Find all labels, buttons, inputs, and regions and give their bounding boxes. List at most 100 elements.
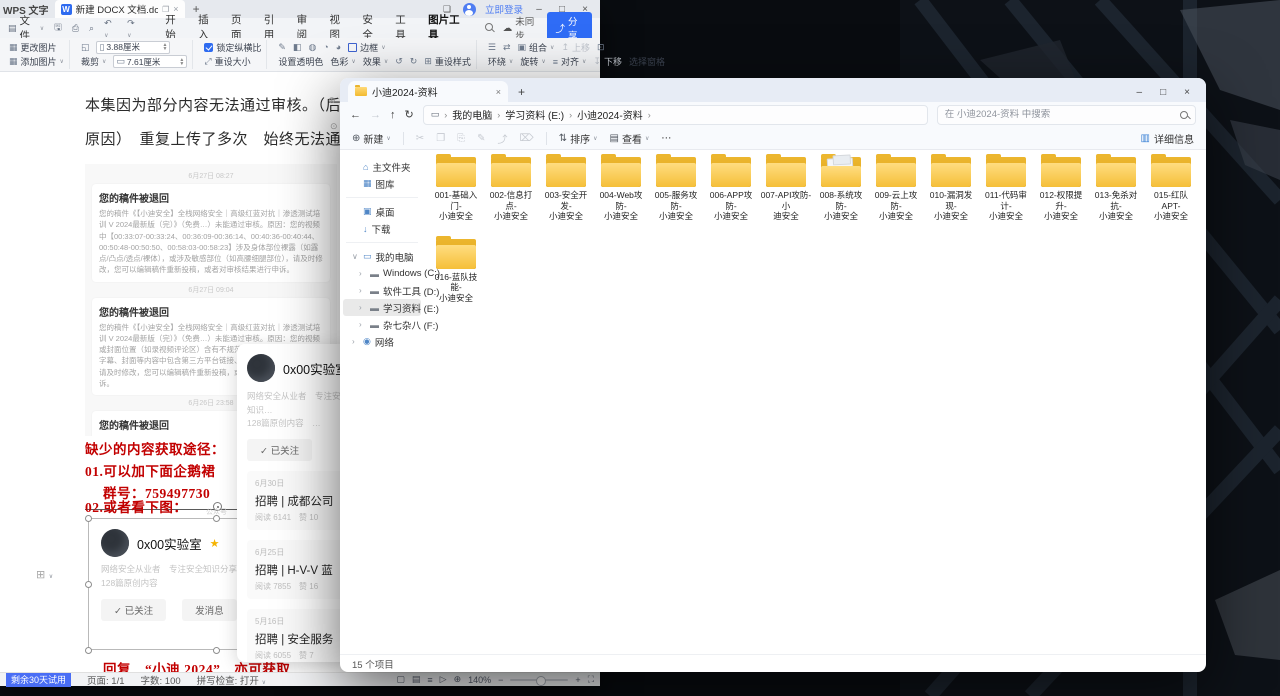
explorer-close-button[interactable]: ×: [1184, 87, 1190, 98]
folder-item[interactable]: 002-信息打点- 小迪安全: [485, 154, 537, 222]
rotate-button[interactable]: 旋转 ∨: [520, 55, 545, 68]
folder-item[interactable]: 013-免杀对抗- 小迪安全: [1090, 154, 1142, 222]
forward-icon[interactable]: →: [370, 109, 381, 121]
breadcrumb-item[interactable]: 学习资料 (E:): [505, 107, 564, 122]
expander-icon[interactable]: ›: [352, 337, 359, 346]
sidebar-pinned-item[interactable]: ↓ 下载: [343, 220, 421, 237]
rename-icon[interactable]: ✎: [477, 133, 485, 144]
folder-item[interactable]: 015-红队APT- 小迪安全: [1145, 154, 1197, 222]
crop-button[interactable]: 裁剪 ∨: [81, 55, 106, 68]
group-button[interactable]: ▣ 组合 ∨: [518, 41, 555, 54]
expander-icon[interactable]: ›: [359, 269, 366, 278]
explorer-maximize-button[interactable]: □: [1160, 87, 1166, 98]
sidebar-item[interactable]: ⌂ 主文件夹: [343, 158, 421, 175]
sidebar-tree-item[interactable]: ∨ ▭ 我的电脑: [343, 248, 421, 265]
view-mode-icon-2[interactable]: ▤: [412, 674, 421, 685]
more-button[interactable]: ⋯: [661, 133, 671, 144]
share-icon[interactable]: ⤴: [498, 131, 508, 146]
breadcrumb[interactable]: ▭ › 我的电脑 › 学习资料 (E:) › 小迪2024-资料 ›: [422, 104, 928, 125]
color-button[interactable]: 色彩 ∨: [330, 55, 355, 68]
reset-size-button[interactable]: ⤢ 重设大小: [204, 55, 250, 68]
view-mode-icon-4[interactable]: ▷: [440, 674, 447, 685]
picture-width-stepper[interactable]: ▭ 7.61厘米 ▲ ▼: [113, 55, 188, 69]
zoom-minus-button[interactable]: −: [498, 675, 503, 685]
sidebar-tree-item[interactable]: › ▬ 学习资料 (E:): [343, 299, 439, 316]
undo-icon[interactable]: ↶ ∨: [104, 18, 117, 39]
explorer-new-tab-button[interactable]: +: [518, 85, 525, 102]
folder-item[interactable]: 007-API攻防-小 迪安全: [760, 154, 812, 222]
breadcrumb-item[interactable]: 我的电脑: [452, 107, 492, 122]
explorer-tab[interactable]: 小迪2024-资料 ×: [348, 81, 508, 102]
view-mode-icon-3[interactable]: ≡: [427, 675, 432, 685]
delete-icon[interactable]: ⌦: [520, 133, 534, 144]
comment-add-icon[interactable]: ⊕: [328, 96, 336, 106]
fit-page-icon[interactable]: ⛶: [588, 674, 594, 685]
refresh-icon[interactable]: ↻: [405, 108, 414, 121]
explorer-file-area[interactable]: 001-基础入门- 小迪安全 002-信息打点- 小迪安全 003-安全开发- …: [424, 150, 1206, 654]
folder-item[interactable]: 003-安全开发- 小迪安全: [540, 154, 592, 222]
lock-aspect-checkbox[interactable]: 锁定纵横比: [204, 41, 261, 54]
selection-handle-sw[interactable]: [85, 647, 92, 654]
cut-icon[interactable]: ✂: [416, 133, 424, 144]
move-down-button[interactable]: ↧ 下移: [593, 55, 622, 68]
zoom-out-icon[interactable]: ⊕: [454, 674, 462, 685]
set-transparent-button[interactable]: 设置透明色: [278, 55, 323, 68]
breadcrumb-item[interactable]: 小迪2024-资料: [577, 107, 643, 122]
folder-item[interactable]: 008-系统攻防- 小迪安全: [815, 154, 867, 222]
zoom-level[interactable]: 140%: [468, 675, 491, 685]
border-button[interactable]: 边框 ∨: [348, 41, 386, 54]
effect-button[interactable]: 效果 ∨: [363, 55, 388, 68]
view-button[interactable]: ▤ 查看 ∨: [609, 131, 649, 146]
change-picture-button[interactable]: ▦ 更改图片: [9, 41, 57, 54]
explorer-minimize-button[interactable]: –: [1137, 87, 1143, 98]
folder-item[interactable]: 010-漏洞发现- 小迪安全: [925, 154, 977, 222]
redo-icon[interactable]: ↷ ∨: [127, 18, 140, 39]
table-tool-icon[interactable]: ⊞ ∨: [36, 568, 53, 581]
folder-item[interactable]: 005-服务攻防- 小迪安全: [650, 154, 702, 222]
selection-handle-s[interactable]: [213, 647, 220, 654]
trial-badge[interactable]: 剩余30天试用: [6, 672, 72, 687]
move-up-button[interactable]: ↥ 上移: [561, 41, 590, 54]
expander-icon[interactable]: ›: [359, 320, 366, 329]
sidebar-pinned-item[interactable]: ▣ 桌面: [343, 203, 421, 220]
folder-item[interactable]: 001-基础入门- 小迪安全: [430, 154, 482, 222]
spellcheck-status[interactable]: 拼写检查: 打开 ∨: [197, 673, 266, 687]
expander-icon[interactable]: ›: [359, 303, 366, 312]
search-input[interactable]: [944, 109, 1180, 120]
folder-item[interactable]: 011-代码审计- 小迪安全: [980, 154, 1032, 222]
sidebar-tree-item[interactable]: › ◉ 网络: [343, 333, 421, 350]
contrast-up-icon[interactable]: ◕: [336, 42, 341, 52]
zoom-plus-button[interactable]: +: [575, 675, 580, 685]
details-pane-button[interactable]: 详细信息: [1154, 131, 1194, 146]
expander-icon[interactable]: ∨: [352, 252, 359, 261]
sidebar-item[interactable]: ▦ 图库: [343, 175, 421, 192]
sidebar-tree-item[interactable]: › ▬ 杂七杂八 (F:): [343, 316, 438, 333]
folder-item[interactable]: 006-APP攻防- 小迪安全: [705, 154, 757, 222]
rotate-left-icon[interactable]: ↺: [395, 56, 403, 67]
save-icon[interactable]: 🖫: [54, 20, 62, 36]
sidebar-tree-item[interactable]: › ▬ 软件工具 (D:): [343, 282, 439, 299]
selection-handle-nw[interactable]: [85, 515, 92, 522]
paste-icon[interactable]: ⎘: [457, 133, 465, 144]
folder-item[interactable]: 004-Web攻防- 小迪安全: [595, 154, 647, 222]
folder-item[interactable]: 012-权限提升- 小迪安全: [1035, 154, 1087, 222]
wps-account-avatar[interactable]: [462, 2, 476, 16]
wrap-button[interactable]: 环绕 ∨: [488, 55, 513, 68]
reset-style-button[interactable]: ⊞ 重设样式: [424, 55, 471, 68]
sidebar-tree-item[interactable]: › ▬ Windows (C:): [343, 265, 440, 282]
sort-button[interactable]: ⇅ 排序 ∨: [559, 131, 598, 146]
selection-pane-button[interactable]: 选择窗格: [629, 55, 665, 68]
selection-handle-w[interactable]: [85, 581, 92, 588]
revision-icon[interactable]: ⊙: [330, 122, 338, 132]
print-icon[interactable]: ⎙: [72, 23, 79, 34]
picture-height-stepper[interactable]: ▯ 3.88厘米 ▲ ▼: [96, 40, 171, 54]
rotate-right-icon[interactable]: ↻: [410, 56, 418, 67]
new-button[interactable]: ⊕ 新建 ∨: [352, 131, 391, 146]
preview-icon[interactable]: ⌕: [89, 23, 94, 34]
back-icon[interactable]: ←: [350, 109, 361, 121]
crop-icon[interactable]: ◱: [81, 42, 90, 53]
tab-close-icon[interactable]: ×: [496, 87, 501, 97]
view-mode-icon-1[interactable]: ▢: [396, 674, 405, 685]
expander-icon[interactable]: ›: [359, 286, 366, 295]
zoom-slider[interactable]: [510, 675, 569, 686]
